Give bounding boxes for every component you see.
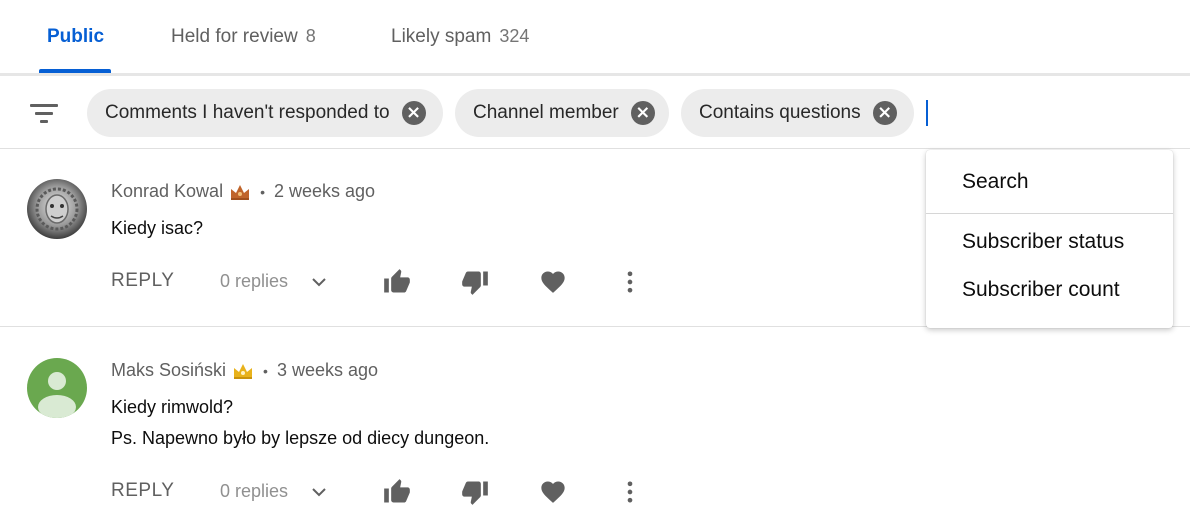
tab-held-for-review[interactable]: Held for review 8 [171, 26, 316, 48]
tab-likely-spam[interactable]: Likely spam 324 [391, 26, 529, 48]
tab-held-for-review-label: Held for review [171, 26, 298, 47]
comment-text-line: Kiedy isac? [111, 218, 204, 238]
active-tab-indicator [39, 69, 111, 73]
comment-text: Kiedy isac? [111, 213, 203, 244]
filter-icon[interactable] [30, 102, 60, 126]
meta-separator: • [263, 362, 268, 379]
filter-chip-channel-member[interactable]: Channel member × [455, 89, 669, 137]
chip-close-icon[interactable]: × [872, 101, 897, 125]
filter-chip-label: Comments I haven't responded to [105, 102, 390, 123]
filter-chip-label: Contains questions [699, 102, 861, 123]
dropdown-item-subscriber-status[interactable]: Subscriber status [962, 230, 1124, 254]
filter-chip-label: Channel member [473, 102, 619, 123]
avatar[interactable] [27, 358, 87, 418]
comment-item: Maks Sosiński • 3 weeks ago Kiedy rimwol… [0, 328, 1190, 530]
more-vert-icon[interactable] [616, 478, 644, 506]
comment-actions: REPLY 0 replies [0, 472, 700, 512]
comment-text-line: Ps. Napewno było by lepsze od diecy dung… [111, 428, 490, 448]
chip-close-icon[interactable]: × [401, 101, 426, 125]
comment-text-line: Kiedy rimwold? [111, 397, 234, 417]
meta-separator: • [260, 183, 265, 200]
avatar[interactable] [27, 179, 87, 239]
author-name[interactable]: Konrad Kowal [111, 181, 223, 202]
tab-likely-spam-label: Likely spam [391, 26, 492, 47]
chip-close-icon[interactable]: × [630, 101, 655, 125]
filter-chip-contains-questions[interactable]: Contains questions × [681, 89, 914, 137]
reply-button[interactable]: REPLY [111, 480, 174, 502]
filter-bar: Comments I haven't responded to × Channe… [0, 76, 1190, 149]
dislike-icon[interactable] [461, 478, 489, 506]
more-vert-icon[interactable] [616, 268, 644, 296]
replies-count[interactable]: 0 replies [220, 271, 288, 292]
comment-text: Kiedy rimwold? Ps. Napewno było by lepsz… [111, 392, 489, 454]
heart-icon[interactable] [539, 478, 567, 506]
comment-meta: Konrad Kowal • 2 weeks ago [111, 181, 375, 202]
like-icon[interactable] [383, 268, 411, 296]
comment-actions: REPLY 0 replies [0, 262, 700, 302]
chevron-down-icon[interactable] [311, 484, 327, 500]
author-name[interactable]: Maks Sosiński [111, 360, 226, 381]
replies-count[interactable]: 0 replies [220, 481, 288, 502]
reply-button[interactable]: REPLY [111, 270, 174, 292]
comment-time[interactable]: 3 weeks ago [277, 360, 378, 381]
tab-held-for-review-count: 8 [305, 26, 316, 46]
like-icon[interactable] [383, 478, 411, 506]
chevron-down-icon[interactable] [311, 274, 327, 290]
tab-public[interactable]: Public [47, 26, 104, 48]
dropdown-divider [926, 213, 1173, 214]
filter-suggestions-dropdown: Search Subscriber status Subscriber coun… [926, 150, 1173, 328]
crown-icon [234, 363, 253, 379]
comment-time[interactable]: 2 weeks ago [274, 181, 375, 202]
dropdown-item-search[interactable]: Search [962, 170, 1029, 194]
heart-icon[interactable] [539, 268, 567, 296]
crown-icon [231, 184, 250, 200]
comment-meta: Maks Sosiński • 3 weeks ago [111, 360, 378, 381]
filter-text-cursor[interactable] [926, 100, 928, 126]
comment-tabs: Public Held for review 8 Likely spam 324 [0, 0, 1190, 76]
filter-chip-not-responded[interactable]: Comments I haven't responded to × [87, 89, 443, 137]
dislike-icon[interactable] [461, 268, 489, 296]
dropdown-item-subscriber-count[interactable]: Subscriber count [962, 278, 1120, 302]
tab-likely-spam-count: 324 [499, 26, 530, 46]
tab-public-label: Public [47, 26, 105, 47]
